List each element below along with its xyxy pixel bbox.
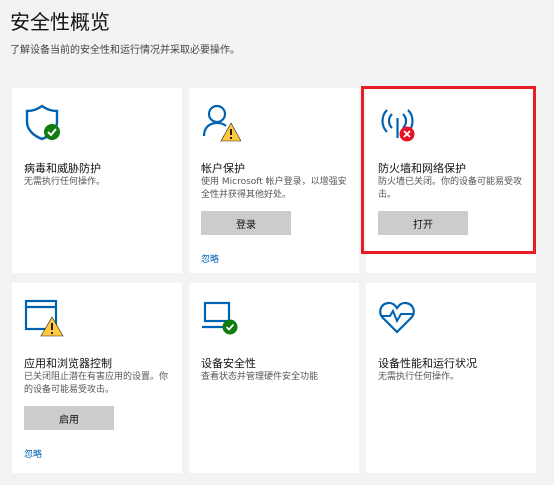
person-warning-icon bbox=[201, 102, 242, 142]
tile-device-performance-health[interactable]: 设备性能和运行状况 无需执行任何操作。 bbox=[366, 283, 536, 473]
page-title: 安全性概览 bbox=[10, 10, 110, 34]
tile-desc: 无需执行任何操作。 bbox=[24, 177, 106, 187]
tile-title: 设备安全性 bbox=[201, 357, 256, 370]
tile-virus-threat-protection[interactable]: 病毒和威胁防护 无需执行任何操作。 bbox=[12, 88, 182, 273]
tile-desc: 查看状态并管理硬件安全功能 bbox=[201, 372, 319, 382]
dismiss-link[interactable]: 忽略 bbox=[201, 252, 219, 265]
sign-in-button[interactable]: 登录 bbox=[201, 211, 291, 235]
tile-desc: 已关闭阻止潜在有害应用的设置。你的设备可能易受攻击。 bbox=[24, 372, 169, 395]
tile-title: 病毒和威胁防护 bbox=[24, 162, 101, 175]
tile-app-browser-control[interactable]: 应用和浏览器控制 已关闭阻止潜在有害应用的设置。你的设备可能易受攻击。 启用 忽… bbox=[12, 283, 182, 473]
highlight-box bbox=[361, 86, 536, 254]
page-subtitle: 了解设备当前的安全性和运行情况并采取必要操作。 bbox=[10, 45, 240, 56]
tile-device-security[interactable]: 设备安全性 查看状态并管理硬件安全功能 bbox=[189, 283, 359, 473]
tile-title: 设备性能和运行状况 bbox=[378, 357, 477, 370]
tile-account-protection[interactable]: 帐户保护 使用 Microsoft 帐户登录，以增强安全性并获得其他好处。 登录… bbox=[189, 88, 359, 273]
tile-title: 应用和浏览器控制 bbox=[24, 357, 112, 370]
heart-health-icon bbox=[378, 297, 418, 337]
laptop-check-icon bbox=[201, 297, 241, 337]
browser-warning-icon bbox=[24, 297, 64, 337]
dismiss-link[interactable]: 忽略 bbox=[24, 447, 42, 460]
tile-title: 帐户保护 bbox=[201, 162, 245, 175]
enable-button[interactable]: 启用 bbox=[24, 406, 114, 430]
tile-desc: 无需执行任何操作。 bbox=[378, 372, 460, 382]
tile-desc: 使用 Microsoft 帐户登录，以增强安全性并获得其他好处。 bbox=[201, 177, 347, 200]
shield-check-icon bbox=[24, 102, 64, 142]
